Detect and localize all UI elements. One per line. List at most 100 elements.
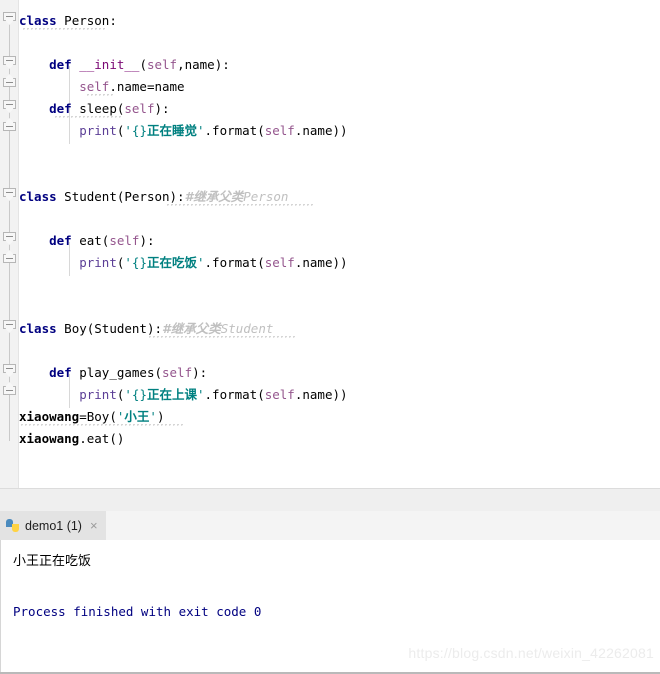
code-token: .name=name — [109, 79, 185, 94]
code-fold-toggle-10[interactable] — [3, 364, 16, 377]
code-fold-toggle-8[interactable] — [3, 250, 16, 267]
console-output-line-1: 小王正在吃饭 — [13, 554, 92, 569]
code-token: 正在吃饭 — [146, 255, 197, 270]
code-token: ): — [139, 233, 155, 248]
code-token: .format( — [204, 255, 265, 270]
code-token: print — [79, 123, 117, 138]
code-token: def — [49, 57, 72, 72]
code-line-1[interactable]: class Person: — [19, 10, 117, 32]
code-fold-toggle-2[interactable] — [3, 56, 16, 69]
minus-icon — [6, 192, 13, 193]
code-fold-toggle-3[interactable] — [3, 74, 16, 91]
code-token: self — [79, 79, 110, 94]
code-line-4[interactable]: self.name=name — [19, 76, 185, 98]
code-line-5[interactable]: def sleep(self): — [19, 98, 169, 120]
code-token: print — [79, 255, 117, 270]
code-fold-toggle-11[interactable] — [3, 382, 16, 399]
code-token: xiaowang — [19, 409, 80, 424]
close-icon[interactable]: × — [90, 519, 98, 532]
code-token: .name)) — [294, 255, 348, 270]
code-token: .format( — [204, 123, 265, 138]
code-fold-toggle-5[interactable] — [3, 118, 16, 135]
panel-splitter[interactable] — [0, 488, 660, 513]
code-token: .name)) — [294, 387, 348, 402]
code-fold-toggle-4[interactable] — [3, 100, 16, 113]
code-token: #继承父类 — [184, 189, 244, 204]
code-line-3[interactable]: def __init__(self,name): — [19, 54, 230, 76]
code-token: ,name): — [177, 57, 230, 72]
code-token: '{} — [124, 123, 147, 138]
code-line-20[interactable]: xiaowang.eat() — [19, 428, 124, 450]
code-token: 正在上课 — [146, 387, 197, 402]
code-fold-toggle-7[interactable] — [3, 232, 16, 245]
code-line-19[interactable]: xiaowang=Boy('小王') — [19, 406, 164, 428]
console-output[interactable]: 小王正在吃饭 Process finished with exit code 0 — [0, 540, 660, 672]
code-token: Boy(Student): — [56, 321, 162, 336]
code-token: ) — [156, 409, 165, 424]
run-tab-demo1[interactable]: demo1 (1) × — [0, 511, 106, 540]
fold-tail-arrow — [5, 372, 14, 377]
code-fold-toggle-1[interactable] — [3, 12, 16, 25]
code-token: ' — [196, 255, 205, 270]
code-line-9[interactable]: class Student(Person):#继承父类Person — [19, 186, 288, 208]
code-token: #继承父类 — [162, 321, 221, 336]
fold-head-arrow — [5, 250, 14, 255]
code-line-17[interactable]: def play_games(self): — [19, 362, 207, 384]
minus-icon — [6, 82, 13, 83]
code-token: play_games( — [71, 365, 162, 380]
code-line-12[interactable]: print('{}正在吃饭'.format(self.name)) — [19, 252, 348, 274]
fold-tail-arrow — [5, 328, 14, 333]
minus-icon — [6, 390, 13, 391]
code-token: self — [109, 233, 140, 248]
python-icon — [6, 519, 19, 532]
minus-icon — [6, 60, 13, 61]
code-token: eat( — [71, 233, 110, 248]
code-fold-toggle-6[interactable] — [3, 188, 16, 201]
code-editor-pane[interactable]: class Person: def __init__(self,name): s… — [0, 0, 660, 488]
code-token: 正在睡觉 — [146, 123, 197, 138]
code-text-area[interactable]: class Person: def __init__(self,name): s… — [19, 0, 660, 488]
code-token: __init__ — [79, 57, 140, 72]
fold-tail-arrow — [5, 196, 14, 201]
code-token: sleep( — [71, 101, 125, 116]
minus-icon — [6, 368, 13, 369]
fold-head-arrow — [5, 118, 14, 123]
code-token: self — [264, 123, 295, 138]
minus-icon — [6, 324, 13, 325]
code-line-15[interactable]: class Boy(Student):#继承父类Student — [19, 318, 273, 340]
code-token: .eat() — [79, 431, 125, 446]
editor-gutter[interactable] — [0, 0, 19, 488]
code-token: class — [19, 13, 57, 28]
code-token: self — [124, 101, 155, 116]
code-token: self — [146, 57, 178, 72]
code-token: '{} — [124, 255, 147, 270]
minus-icon — [6, 258, 13, 259]
code-token: ' — [196, 387, 205, 402]
code-token: def — [49, 233, 72, 248]
code-line-6[interactable]: print('{}正在睡觉'.format(self.name)) — [19, 120, 347, 142]
run-tool-window[interactable]: demo1 (1) × 小王正在吃饭 Process finished with … — [0, 511, 660, 674]
code-token: '{} — [124, 387, 147, 402]
code-token: Person: — [56, 13, 117, 28]
code-token: Person — [243, 189, 289, 204]
code-line-11[interactable]: def eat(self): — [19, 230, 155, 252]
fold-tail-arrow — [5, 240, 14, 245]
code-token: .format( — [204, 387, 265, 402]
code-token: print — [79, 387, 117, 402]
code-token: self — [162, 365, 193, 380]
console-output-line-3: Process finished with exit code 0 — [13, 604, 262, 619]
code-line-18[interactable]: print('{}正在上课'.format(self.name)) — [19, 384, 348, 406]
run-tab-bar[interactable]: demo1 (1) × — [0, 511, 660, 541]
code-token: class — [19, 321, 57, 336]
code-fold-toggle-9[interactable] — [3, 320, 16, 333]
code-token: Student(Person): — [56, 189, 185, 204]
code-token: class — [19, 189, 57, 204]
code-token: ' — [149, 409, 157, 424]
